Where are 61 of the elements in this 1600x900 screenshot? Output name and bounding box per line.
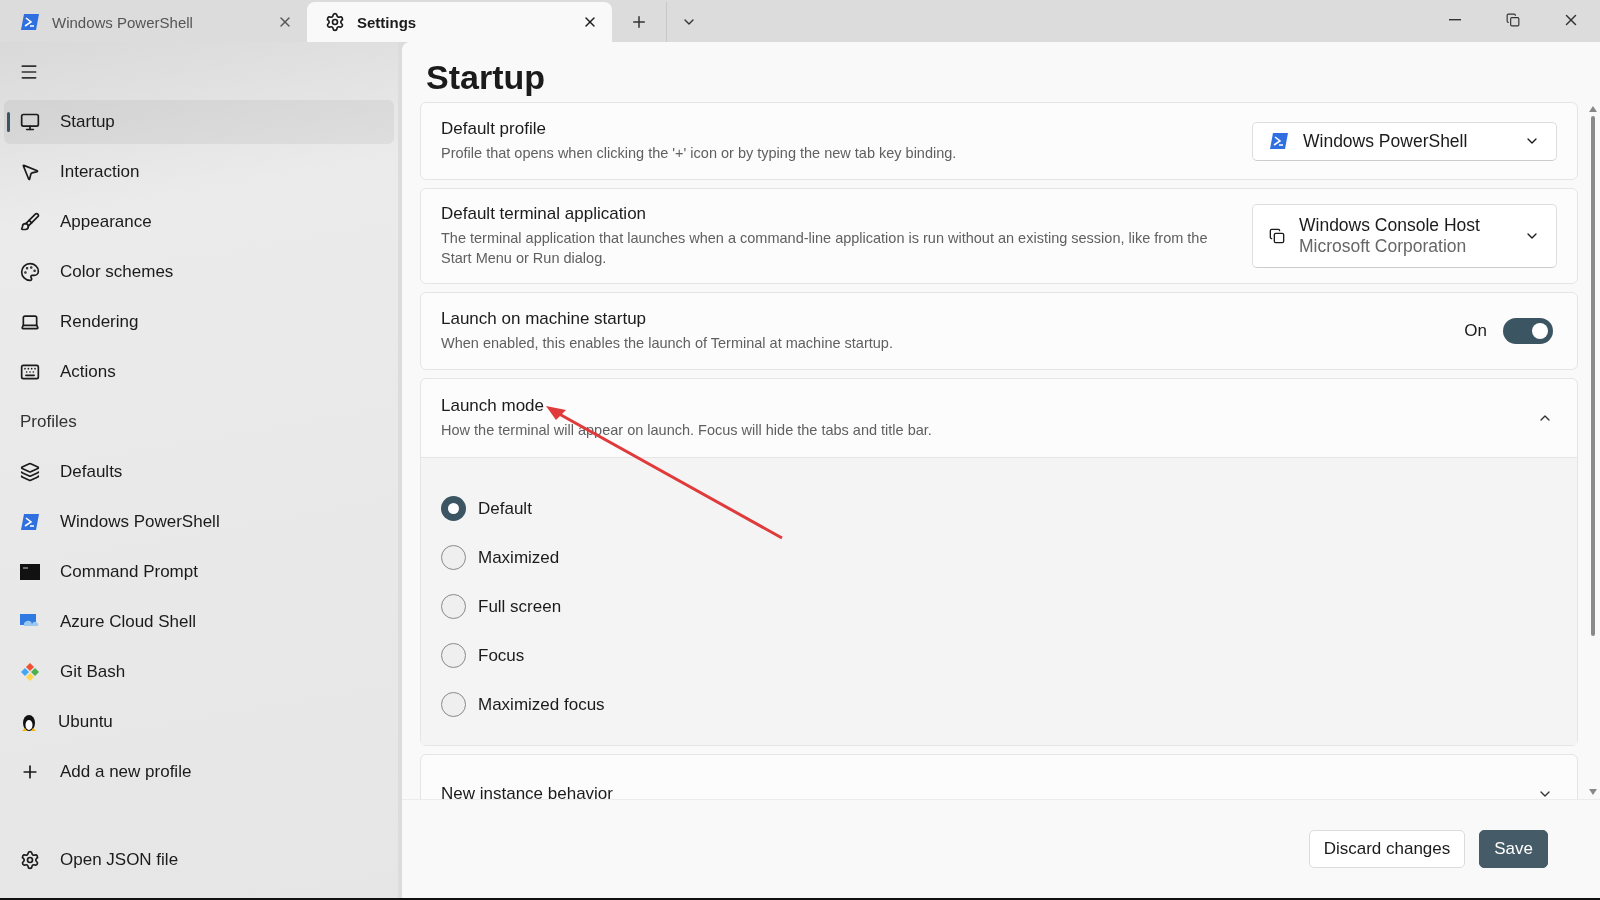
radio-label: Focus	[478, 645, 525, 666]
sidebar-item[interactable]: Git Bash	[4, 650, 394, 694]
layers-icon	[20, 462, 40, 482]
sidebar-item[interactable]: Interaction	[4, 150, 394, 194]
toggle-state-label: On	[1464, 321, 1487, 341]
laptop-icon	[20, 312, 40, 332]
sidebar-item[interactable]: Startup	[4, 100, 394, 144]
sidebar-item[interactable]: Command Prompt	[4, 550, 394, 594]
setting-description: Profile that opens when clicking the '+' icon or by typing the new tab key binding.	[441, 144, 958, 163]
sidebar-item[interactable]: Windows PowerShell	[4, 500, 394, 544]
radio-button[interactable]	[441, 496, 466, 521]
menu-icon	[19, 62, 39, 82]
radio-button[interactable]	[441, 594, 466, 619]
sidebar-item[interactable]: Add a new profile	[4, 750, 394, 794]
section-heading: Profiles	[19, 411, 78, 433]
terminal-icon	[1269, 132, 1289, 150]
profile-dropdown[interactable]: Windows PowerShell	[1252, 121, 1557, 161]
sidebar-item[interactable]: Rendering	[4, 300, 394, 344]
profile-dropdown[interactable]: Windows Console Host Microsoft Corporation	[1252, 204, 1557, 268]
radio-button[interactable]	[441, 643, 466, 668]
keyboard-icon	[20, 362, 40, 382]
diamond-logo-icon	[20, 662, 40, 682]
toggle-switch[interactable]	[1503, 318, 1553, 344]
pointer-icon	[20, 162, 40, 182]
radio-label: Maximized focus	[478, 694, 605, 715]
settings-icon	[325, 12, 345, 32]
scroll-down-icon[interactable]	[1589, 789, 1597, 795]
sidebar-item[interactable]: Color schemes	[4, 250, 394, 294]
setting-description: The terminal application that launches when a command-line application is run without an existing session, like from the Start Menu or Run dialog.	[441, 229, 1209, 268]
radio-button[interactable]	[441, 545, 466, 570]
sidebar-item[interactable]: Appearance	[4, 200, 394, 244]
setting-title: Default terminal application	[441, 204, 648, 224]
restore-icon	[1506, 13, 1520, 27]
tab[interactable]: Windows PowerShell	[2, 2, 307, 42]
setting-title: Default profile	[441, 119, 547, 139]
radio-button[interactable]	[441, 692, 466, 717]
sidebar-item[interactable]: Ubuntu	[4, 700, 394, 744]
page-title: Startup	[426, 57, 546, 98]
sidebar-item[interactable]: Azure Cloud Shell	[4, 600, 394, 644]
terminal-icon	[20, 13, 40, 31]
sidebar-item[interactable]: Actions	[4, 350, 394, 394]
save-button[interactable]: Save	[1479, 830, 1548, 868]
plus-icon	[630, 13, 648, 31]
brush-icon	[20, 212, 40, 232]
minimize-icon	[1449, 19, 1461, 21]
console-icon	[20, 564, 40, 580]
setting-title: Launch on machine startup	[441, 309, 648, 329]
tab[interactable]: Settings	[307, 2, 612, 42]
sidebar-item[interactable]: Open JSON file	[4, 838, 394, 882]
setting-description: When enabled, this enables the launch of Terminal at machine startup.	[441, 334, 894, 353]
terminal-icon	[20, 513, 40, 531]
radio-label: Maximized	[478, 547, 560, 568]
scroll-up-icon[interactable]	[1589, 106, 1597, 112]
radio-label: Default	[478, 498, 532, 519]
palette-icon	[20, 262, 40, 282]
setting-title: New instance behavior	[441, 784, 614, 799]
sidebar-item[interactable]: Defaults	[4, 450, 394, 494]
radio-label: Full screen	[478, 596, 562, 617]
setting-title: Launch mode	[441, 396, 546, 416]
settings-icon	[20, 850, 40, 870]
discard-button[interactable]: Discard changes	[1308, 830, 1466, 868]
